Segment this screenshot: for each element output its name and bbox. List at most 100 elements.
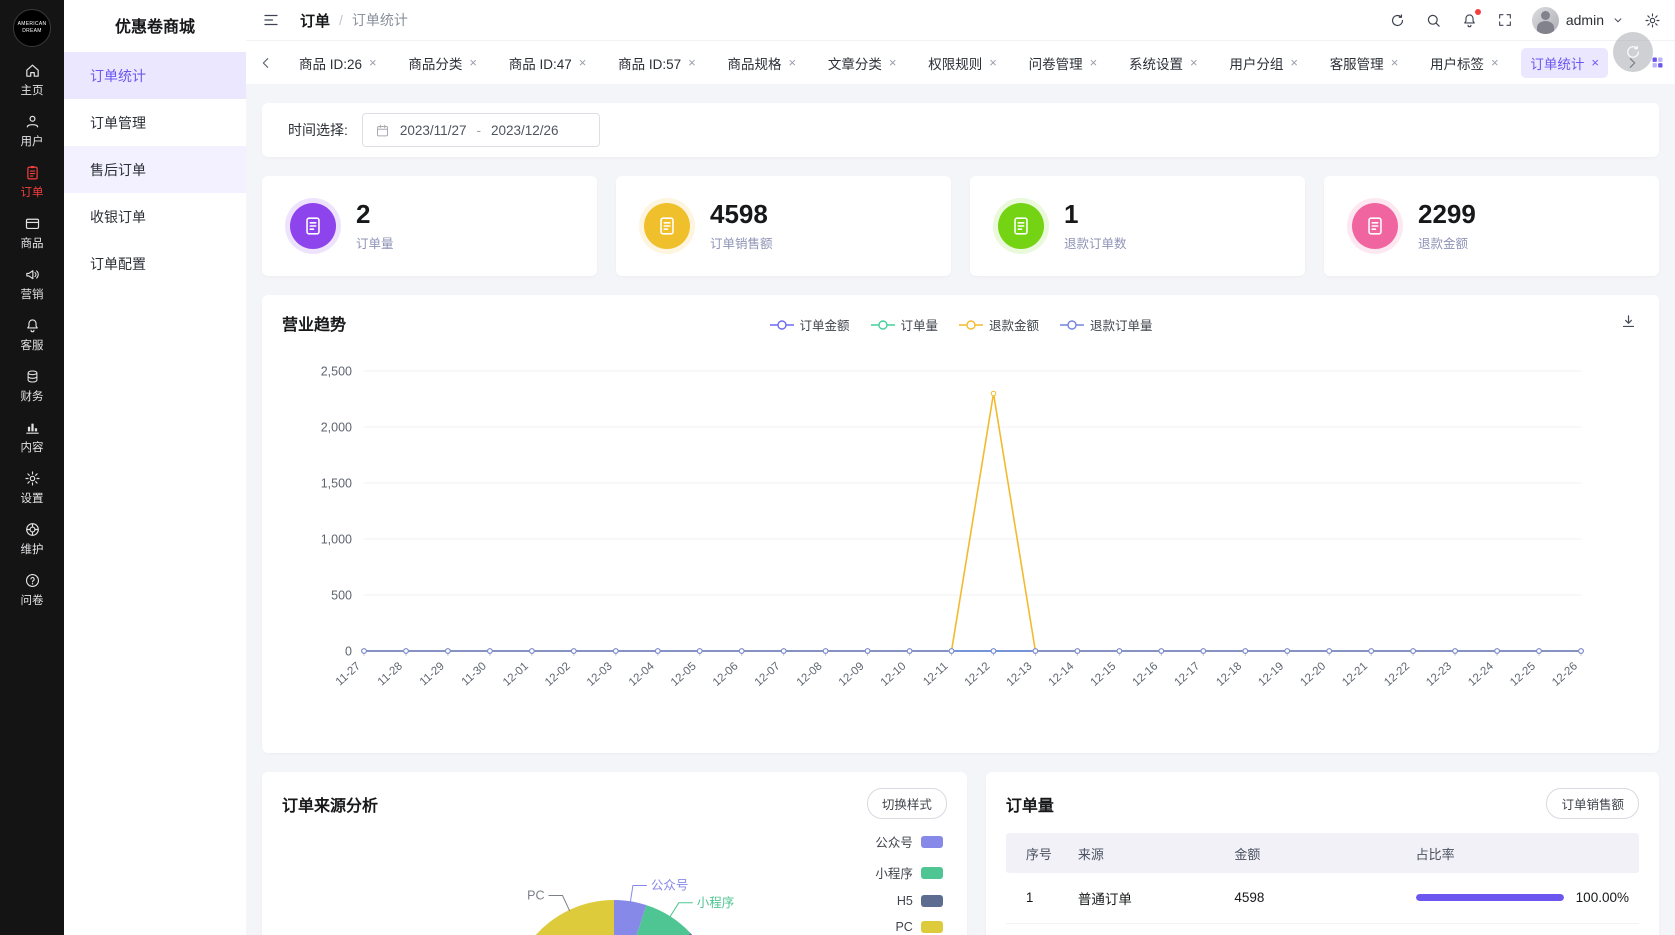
- cell-ratio: 100.00%: [1416, 890, 1629, 905]
- tabs-container: 商品 ID:26× 商品分类× 商品 ID:47× 商品 ID:57× 商品规格× 文章分…: [276, 48, 1622, 78]
- tab-1[interactable]: 商品分类×: [399, 48, 486, 78]
- tab-6[interactable]: 权限规则×: [919, 48, 1006, 78]
- legend-item[interactable]: 退款订单量: [1059, 315, 1153, 334]
- sidebar-item-settings[interactable]: 设置: [0, 463, 64, 514]
- tab-9[interactable]: 用户分组 ×: [1220, 48, 1307, 78]
- shop-title: 优惠卷商城: [64, 0, 246, 52]
- stat-label: 订单销售额: [710, 233, 773, 252]
- tab-2[interactable]: 商品 ID:47×: [500, 48, 596, 78]
- legend-item[interactable]: 订单量: [869, 315, 938, 334]
- switch-style-button[interactable]: 切换样式: [867, 788, 947, 819]
- sidebar-item-maintain[interactable]: 维护: [0, 514, 64, 565]
- menu-item-order-config[interactable]: 订单配置: [64, 240, 246, 287]
- tab-close-icon[interactable]: ×: [1190, 56, 1198, 69]
- user-menu[interactable]: admin: [1532, 7, 1625, 34]
- tab-5[interactable]: 文章分类×: [819, 48, 906, 78]
- menu-item-order-manage[interactable]: 订单管理: [64, 99, 246, 146]
- refresh-icon: [1624, 43, 1642, 61]
- tab-close-icon[interactable]: ×: [1290, 56, 1298, 69]
- stats-row: 2订单量4598订单销售额1退款订单数2299退款金额: [262, 176, 1659, 276]
- date-range-picker[interactable]: 2023/11/27 - 2023/12/26: [362, 113, 600, 147]
- tab-3[interactable]: 商品 ID:57×: [609, 48, 705, 78]
- pie-legend-item[interactable]: 小程序: [875, 863, 943, 882]
- tab-10[interactable]: 客服管理×: [1321, 48, 1408, 78]
- receipt-icon: [302, 215, 324, 237]
- table-column-header: 来源: [1068, 833, 1225, 873]
- app-logo[interactable]: AMERICAN DREAM: [13, 9, 51, 47]
- tabbar: 商品 ID:26× 商品分类× 商品 ID:47× 商品 ID:57× 商品规格× 文章分…: [246, 40, 1675, 84]
- primary-nav: 主页用户订单商品营销客服财务内容设置维护问卷: [0, 55, 64, 616]
- tabs-scroll-left-icon[interactable]: [256, 55, 276, 71]
- download-icon[interactable]: [1620, 313, 1637, 335]
- sidebar-item-finance[interactable]: 财务: [0, 361, 64, 412]
- trend-line-chart[interactable]: 05001,0001,5002,0002,50011-2711-2811-291…: [282, 345, 1639, 725]
- legend-item[interactable]: 订单金额: [768, 315, 849, 334]
- breadcrumb-section[interactable]: 订单: [300, 10, 330, 31]
- tab-close-icon[interactable]: ×: [1391, 56, 1399, 69]
- tab-4[interactable]: 商品规格×: [719, 48, 806, 78]
- refresh-icon[interactable]: [1389, 12, 1406, 29]
- stat-card: 1退款订单数: [970, 176, 1305, 276]
- tab-close-icon[interactable]: ×: [1090, 56, 1098, 69]
- menu-item-cashier-orders[interactable]: 收银订单: [64, 193, 246, 240]
- pie-legend-item[interactable]: PC: [875, 920, 943, 934]
- tab-close-icon[interactable]: ×: [579, 56, 587, 69]
- app-root: AMERICAN DREAM 主页用户订单商品营销客服财务内容设置维护问卷 优惠…: [0, 0, 1675, 935]
- menu-item-order-stats[interactable]: 订单统计: [64, 52, 246, 99]
- order-sales-button[interactable]: 订单销售额: [1546, 788, 1639, 819]
- fullscreen-icon[interactable]: [1497, 12, 1513, 28]
- tab-close-icon[interactable]: ×: [1591, 56, 1599, 69]
- sidebar-item-products[interactable]: 商品: [0, 208, 64, 259]
- pie-legend-item[interactable]: H5: [875, 894, 943, 908]
- tab-8[interactable]: 系统设置×: [1120, 48, 1207, 78]
- tab-label: 用户分组: [1229, 53, 1283, 73]
- content-icon: [24, 419, 41, 436]
- legend-marker-icon: [768, 319, 794, 331]
- tab-12[interactable]: 订单统计×: [1521, 48, 1608, 78]
- search-icon[interactable]: [1425, 12, 1442, 29]
- svg-text:12-15: 12-15: [1088, 660, 1118, 689]
- tab-close-icon[interactable]: ×: [1491, 56, 1499, 69]
- stat-card: 2订单量: [262, 176, 597, 276]
- menu-item-label: 订单管理: [90, 113, 146, 133]
- tab-7[interactable]: 问卷管理 ×: [1020, 48, 1107, 78]
- tab-close-icon[interactable]: ×: [989, 56, 997, 69]
- pie-legend-item[interactable]: 公众号: [875, 832, 943, 851]
- svg-text:12-10: 12-10: [879, 660, 909, 689]
- legend-label: 订单量: [900, 315, 938, 334]
- bell-icon: [24, 317, 41, 334]
- tab-close-icon[interactable]: ×: [688, 56, 696, 69]
- floating-ball[interactable]: [1613, 32, 1653, 72]
- tab-close-icon[interactable]: ×: [789, 56, 797, 69]
- notification-bell-icon[interactable]: [1461, 12, 1478, 29]
- sidebar-item-orders[interactable]: 订单: [0, 157, 64, 208]
- sidebar-item-content[interactable]: 内容: [0, 412, 64, 463]
- sidebar-collapse-icon[interactable]: [262, 11, 280, 29]
- sidebar-item-label: 商品: [21, 235, 44, 251]
- svg-text:小程序: 小程序: [697, 895, 735, 910]
- sidebar-item-service[interactable]: 客服: [0, 310, 64, 361]
- gear-icon[interactable]: [1644, 12, 1661, 29]
- sidebar-item-marketing[interactable]: 营销: [0, 259, 64, 310]
- order-source-pie-chart[interactable]: 公众号小程序APPPC: [374, 827, 854, 935]
- stat-value: 2: [356, 200, 394, 230]
- sidebar-item-home[interactable]: 主页: [0, 55, 64, 106]
- sidebar-item-users[interactable]: 用户: [0, 106, 64, 157]
- tab-0[interactable]: 商品 ID:26×: [290, 48, 386, 78]
- tab-label: 问卷管理: [1029, 53, 1083, 73]
- legend-item[interactable]: 退款金额: [958, 315, 1039, 334]
- topbar: 订单 / 订单统计 admin: [246, 0, 1675, 40]
- menu-item-aftersale-orders[interactable]: 售后订单: [64, 146, 246, 193]
- sidebar-item-survey[interactable]: 问卷: [0, 565, 64, 616]
- tab-11[interactable]: 用户标签×: [1421, 48, 1508, 78]
- tab-close-icon[interactable]: ×: [889, 56, 897, 69]
- tab-close-icon[interactable]: ×: [369, 56, 377, 69]
- fullscreen-icon: [1497, 12, 1513, 28]
- legend-label: 退款金额: [989, 315, 1039, 334]
- order-icon: [24, 164, 41, 181]
- tab-close-icon[interactable]: ×: [469, 56, 477, 69]
- pie-legend-swatch: [921, 921, 943, 933]
- svg-text:12-06: 12-06: [711, 660, 741, 689]
- svg-text:12-25: 12-25: [1508, 660, 1538, 689]
- home-icon: [24, 62, 41, 79]
